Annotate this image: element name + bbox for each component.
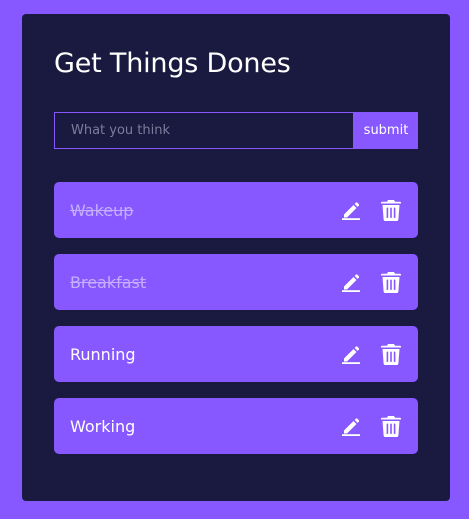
todo-item: Running xyxy=(54,326,418,382)
todo-item: Breakfast xyxy=(54,254,418,310)
todo-task[interactable]: Working xyxy=(70,417,135,436)
trash-icon[interactable] xyxy=(381,271,401,293)
trash-icon[interactable] xyxy=(381,415,401,437)
todo-wrapper: Get Things Dones submit Wakeup xyxy=(22,14,450,501)
trash-icon[interactable] xyxy=(381,199,401,221)
todo-item: Working xyxy=(54,398,418,454)
todo-actions xyxy=(341,415,401,437)
todo-actions xyxy=(341,199,401,221)
todo-actions xyxy=(341,343,401,365)
edit-icon[interactable] xyxy=(341,200,361,220)
todo-task[interactable]: Wakeup xyxy=(70,201,133,220)
edit-icon[interactable] xyxy=(341,416,361,436)
todo-form: submit xyxy=(54,112,418,149)
todo-item: Wakeup xyxy=(54,182,418,238)
edit-icon[interactable] xyxy=(341,344,361,364)
trash-icon[interactable] xyxy=(381,343,401,365)
todo-task[interactable]: Running xyxy=(70,345,136,364)
todo-task[interactable]: Breakfast xyxy=(70,273,146,292)
todo-actions xyxy=(341,271,401,293)
todo-list: Wakeup Breakfast Running Working xyxy=(54,182,418,470)
edit-icon[interactable] xyxy=(341,272,361,292)
submit-button[interactable]: submit xyxy=(354,112,418,149)
page-title: Get Things Dones xyxy=(54,48,291,79)
todo-input[interactable] xyxy=(54,112,354,149)
